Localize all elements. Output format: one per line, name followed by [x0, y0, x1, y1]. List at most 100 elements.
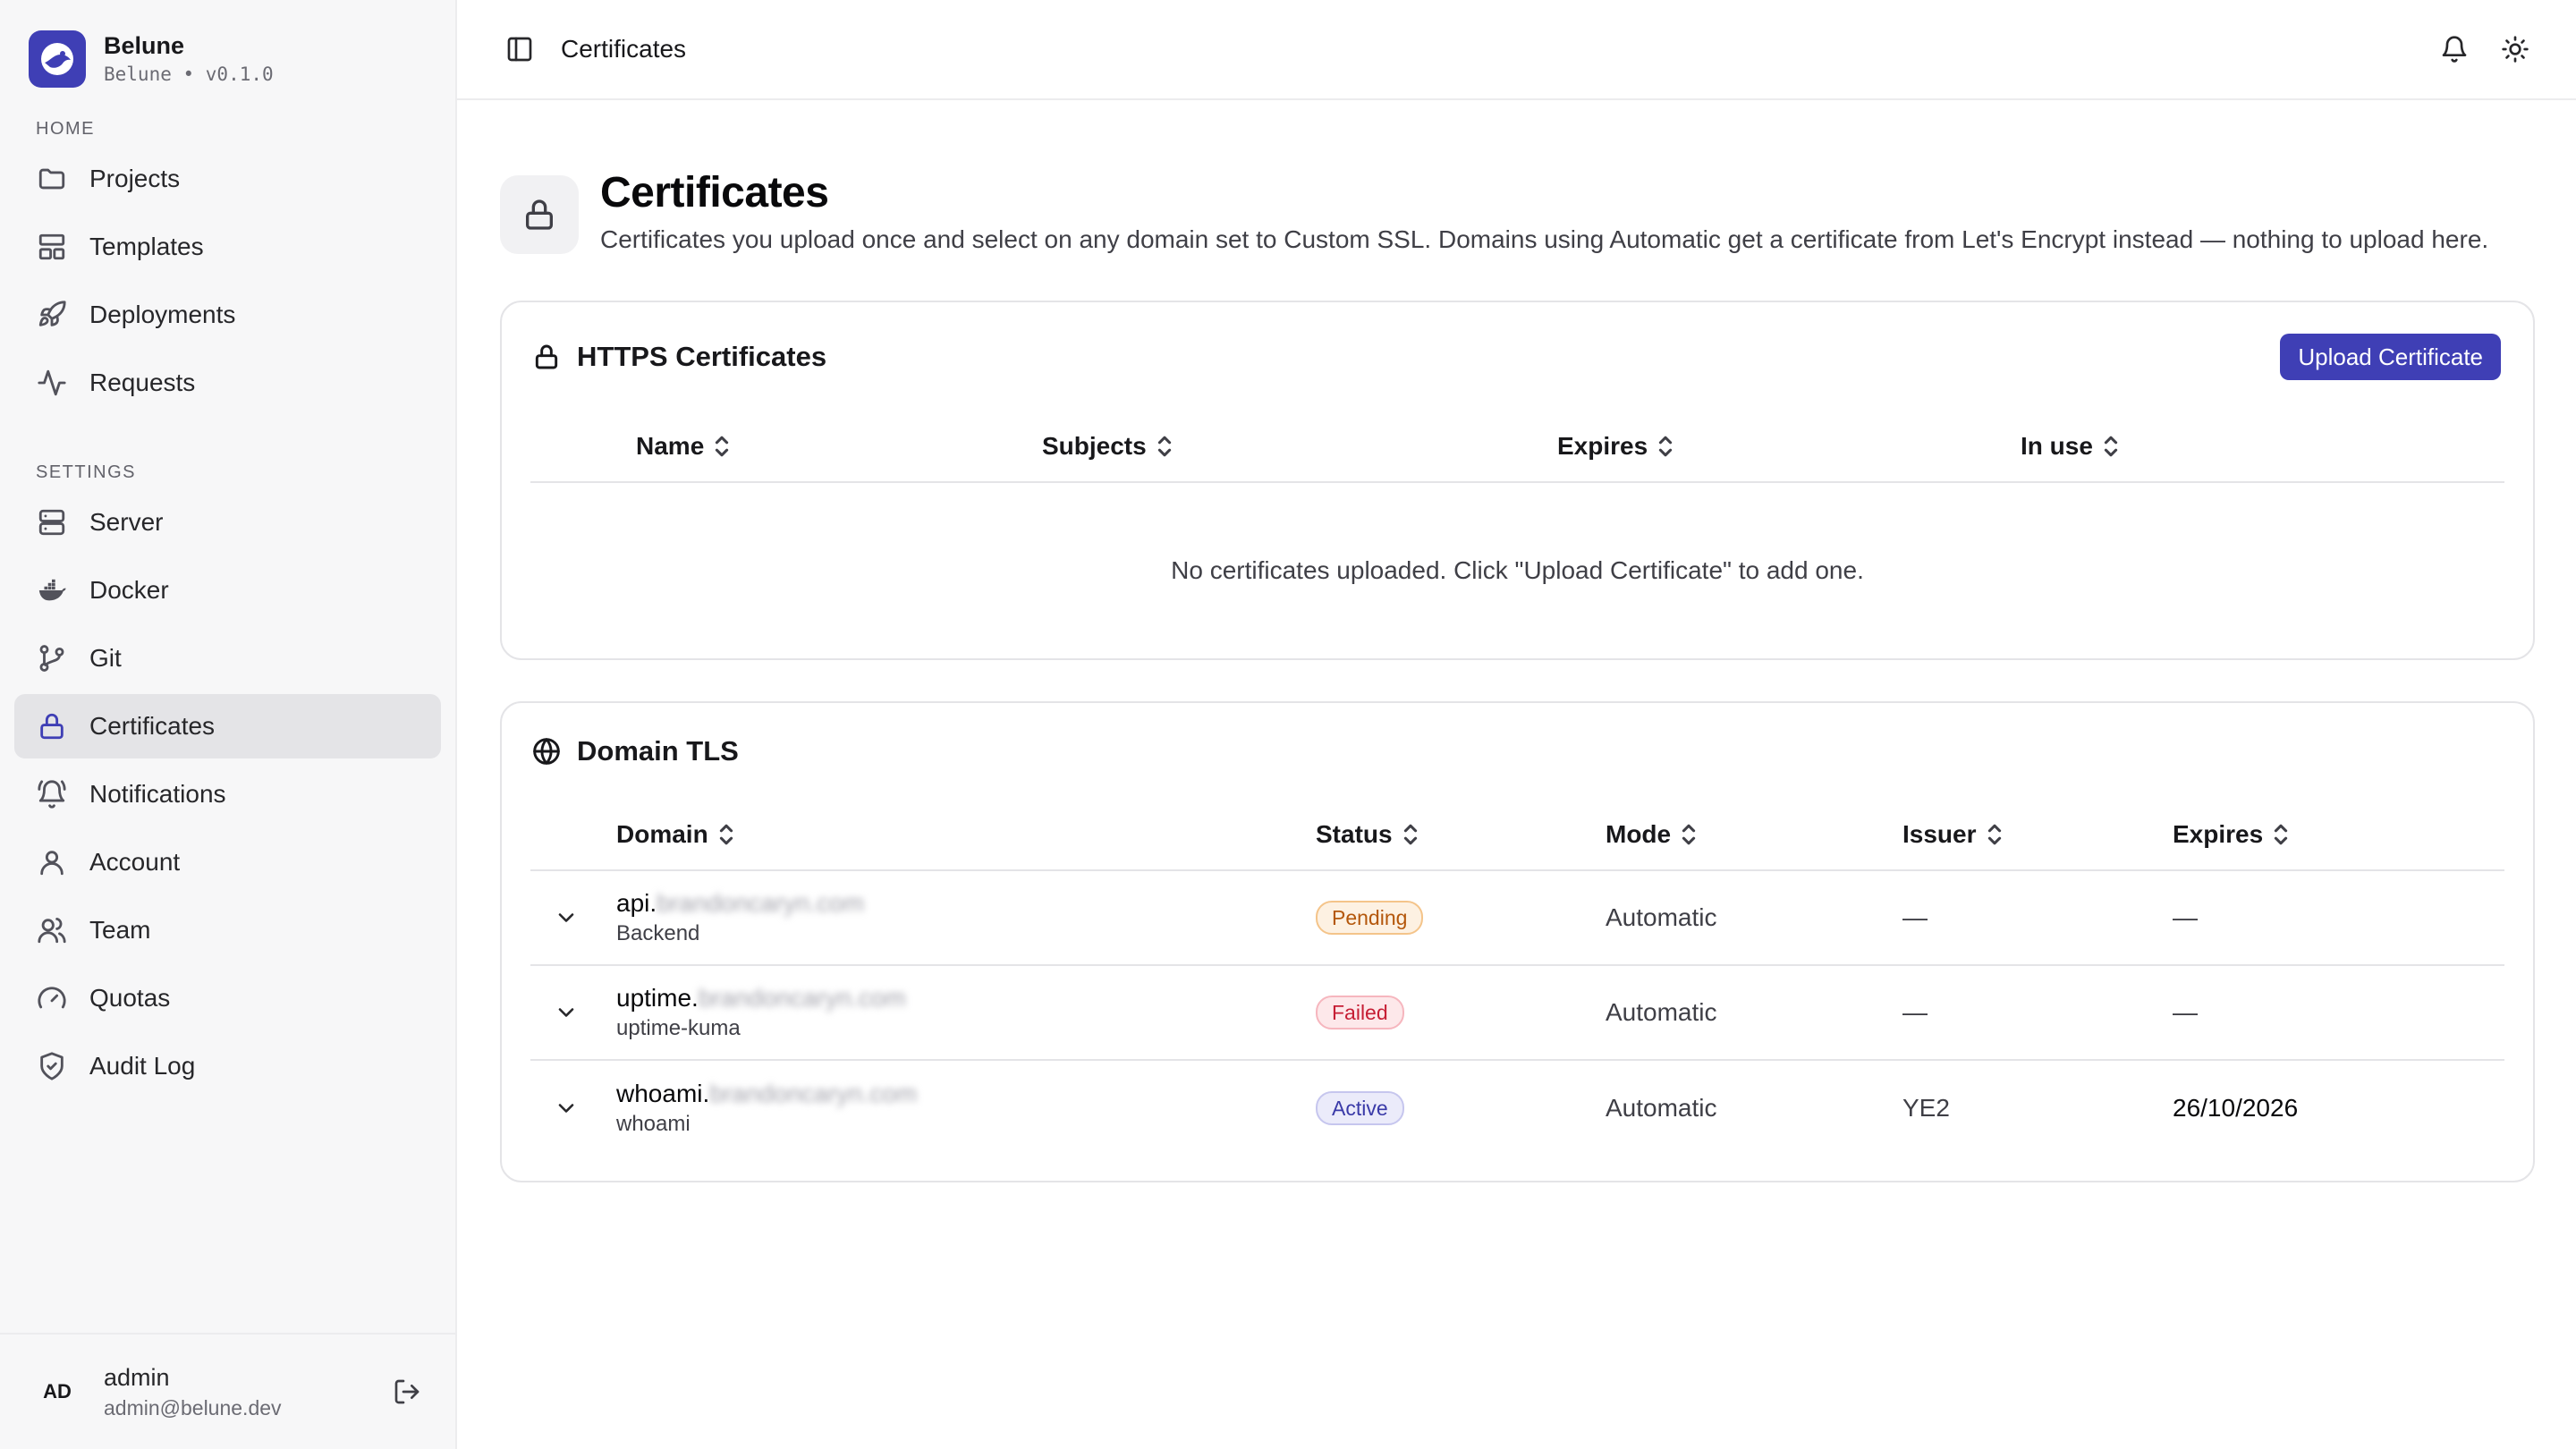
sort-icon — [1986, 822, 2004, 847]
column-header-mode[interactable]: Mode — [1606, 820, 1902, 849]
folder-icon — [36, 163, 68, 195]
sun-icon — [2502, 36, 2529, 63]
sidebar-item-git[interactable]: Git — [14, 626, 441, 691]
brand[interactable]: Belune Belune • v0.1.0 — [0, 0, 455, 98]
avatar[interactable]: AD — [29, 1363, 86, 1420]
mode-cell: Automatic — [1606, 1094, 1717, 1122]
sidebar-item-notifications[interactable]: Notifications — [14, 762, 441, 826]
globe-icon — [530, 735, 563, 767]
page-content: Certificates Certificates you upload onc… — [457, 100, 2576, 1182]
column-label: In use — [2021, 432, 2093, 460]
layout-icon — [36, 231, 68, 263]
sidebar-item-quotas[interactable]: Quotas — [14, 966, 441, 1030]
domain-host: brandoncaryn.com — [709, 1080, 918, 1107]
git-branch-icon — [36, 642, 68, 674]
bell-icon — [2442, 36, 2467, 63]
column-header-issuer[interactable]: Issuer — [1902, 820, 2173, 849]
sort-icon — [2102, 434, 2120, 459]
sidebar-item-projects[interactable]: Projects — [14, 147, 441, 211]
issuer-cell: — — [1902, 903, 1928, 931]
domain-prefix: api. — [616, 889, 657, 917]
table-row[interactable]: api.brandoncaryn.com Backend Pending Aut… — [530, 871, 2504, 966]
sort-icon — [717, 822, 735, 847]
sidebar-item-templates[interactable]: Templates — [14, 215, 441, 279]
notifications-button[interactable] — [2433, 28, 2476, 71]
belune-logo-icon — [29, 30, 86, 88]
user-panel: AD admin admin@belune.dev — [0, 1333, 455, 1449]
chevron-down-icon — [558, 1104, 574, 1113]
sort-icon — [2272, 822, 2290, 847]
server-icon — [36, 506, 68, 538]
status-badge: Active — [1316, 1091, 1404, 1125]
expand-row-button[interactable] — [530, 1096, 616, 1121]
column-header-status[interactable]: Status — [1316, 820, 1606, 849]
sidebar-item-deployments[interactable]: Deployments — [14, 283, 441, 347]
sidebar-item-label: Git — [89, 644, 122, 672]
nav-group-home: Projects Templates Deployments Requests — [0, 147, 455, 419]
nav-group-settings: Server Docker Git Certificates Notificat… — [0, 490, 455, 1102]
sidebar-item-audit-log[interactable]: Audit Log — [14, 1034, 441, 1098]
column-label: Domain — [616, 820, 708, 848]
upload-certificate-button[interactable]: Upload Certificate — [2280, 334, 2501, 380]
column-header-expires[interactable]: Expires — [1557, 432, 2021, 461]
table-body: api.brandoncaryn.com Backend Pending Aut… — [530, 871, 2504, 1181]
column-header-name[interactable]: Name — [636, 432, 1042, 461]
sidebar-item-requests[interactable]: Requests — [14, 351, 441, 415]
bell-ring-icon — [36, 778, 68, 810]
column-header-domain[interactable]: Domain — [616, 820, 1316, 849]
expand-row-button[interactable] — [530, 1000, 616, 1025]
log-out-icon — [394, 1379, 419, 1404]
sidebar-item-docker[interactable]: Docker — [14, 558, 441, 623]
empty-state: No certificates uploaded. Click "Upload … — [1171, 556, 1864, 584]
column-label: Name — [636, 432, 705, 460]
mode-cell: Automatic — [1606, 903, 1717, 931]
sidebar-item-server[interactable]: Server — [14, 490, 441, 555]
service-name: Backend — [616, 921, 700, 945]
logout-button[interactable] — [387, 1372, 427, 1411]
expires-cell: — — [2173, 903, 2198, 931]
table-row[interactable]: whoami.brandoncaryn.com whoami Active Au… — [530, 1061, 2504, 1181]
expand-row-button[interactable] — [530, 905, 616, 930]
sidebar-item-label: Account — [89, 848, 181, 876]
domain-name: whoami.brandoncaryn.com — [616, 1078, 1316, 1110]
mode-cell: Automatic — [1606, 998, 1717, 1026]
nav-section-settings: SETTINGS — [36, 462, 137, 482]
chevron-down-icon — [558, 913, 574, 922]
docker-icon — [36, 574, 68, 606]
lock-icon — [530, 341, 563, 373]
column-header-expires[interactable]: Expires — [2173, 820, 2290, 849]
app-root: Belune Belune • v0.1.0 HOME Projects Tem… — [0, 0, 2576, 1449]
status-badge: Failed — [1316, 996, 1404, 1030]
expires-cell: — — [2173, 998, 2198, 1026]
sort-icon — [1156, 434, 1174, 459]
theme-toggle-button[interactable] — [2494, 28, 2537, 71]
user-name: admin — [104, 1364, 170, 1391]
page-description: Certificates you upload once and select … — [600, 225, 2489, 253]
sidebar-item-label: Quotas — [89, 984, 171, 1012]
sort-icon — [713, 434, 731, 459]
chevron-down-icon — [558, 1008, 574, 1017]
sidebar-item-account[interactable]: Account — [14, 830, 441, 894]
lock-icon — [500, 175, 579, 254]
gauge-icon — [36, 982, 68, 1014]
table-row[interactable]: uptime.brandoncaryn.com uptime-kuma Fail… — [530, 966, 2504, 1061]
https-certificates-card: HTTPS Certificates Upload Certificate Na… — [500, 301, 2535, 660]
service-name: uptime-kuma — [616, 1016, 741, 1040]
domain-prefix: whoami. — [616, 1080, 710, 1107]
domain-tls-card: Domain TLS Domain Status Mode Issuer Exp… — [500, 701, 2535, 1182]
rocket-icon — [36, 299, 68, 331]
lock-icon — [36, 710, 68, 742]
sidebar-item-team[interactable]: Team — [14, 898, 441, 962]
table-header: Name Subjects Expires In use — [530, 411, 2504, 483]
sidebar-item-label: Projects — [89, 165, 181, 192]
sort-icon — [1402, 822, 1419, 847]
sidebar-item-label: Requests — [89, 369, 196, 396]
sidebar-item-certificates[interactable]: Certificates — [14, 694, 441, 758]
sidebar-item-label: Team — [89, 916, 151, 944]
sort-icon — [1657, 434, 1674, 459]
toggle-sidebar-button[interactable] — [498, 28, 541, 71]
column-header-subjects[interactable]: Subjects — [1042, 432, 1557, 461]
column-header-in-use[interactable]: In use — [2021, 432, 2120, 461]
column-label: Expires — [1557, 432, 1648, 460]
column-label: Mode — [1606, 820, 1672, 848]
